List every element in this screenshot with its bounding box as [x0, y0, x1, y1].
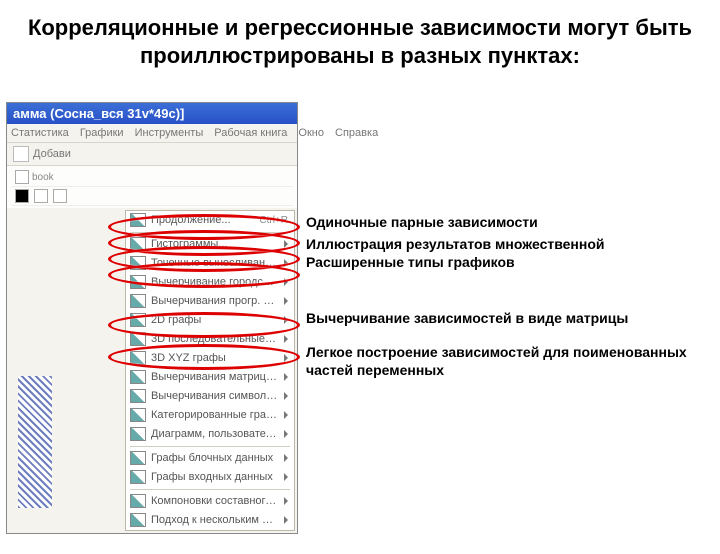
chart-icon	[130, 313, 146, 327]
sidebar-tools[interactable]	[11, 187, 293, 206]
menu-item-label: Подход к нескольким рамм...	[151, 514, 278, 526]
sidebar-label: book	[32, 172, 54, 183]
menu-graph[interactable]: Графики	[80, 127, 124, 139]
chart-icon	[130, 470, 146, 484]
chart-icon	[130, 513, 146, 527]
sidebar-item[interactable]: book	[11, 168, 293, 187]
select-icon	[34, 189, 48, 203]
chart-icon	[130, 370, 146, 384]
sidebar: book	[7, 166, 297, 208]
chart-icon	[130, 213, 146, 227]
menu-item-accelerator: Ctrl+R	[259, 215, 288, 226]
chart-icon	[130, 237, 146, 251]
submenu-arrow-icon	[284, 278, 288, 286]
menu-item[interactable]: Вычерчивания символов...	[126, 387, 294, 406]
menu-item[interactable]: Графы входных данных	[126, 468, 294, 487]
chart-icon	[130, 332, 146, 346]
menu-separator	[130, 489, 290, 490]
tool-icon	[53, 189, 67, 203]
menu-item-label: Вычерчивания матрицы...	[151, 371, 278, 383]
toolbar-add-label[interactable]: Добави	[33, 148, 71, 160]
menu-item-label: 3D XYZ графы	[151, 352, 278, 364]
submenu-arrow-icon	[284, 430, 288, 438]
submenu-arrow-icon	[284, 240, 288, 248]
menu-item-label: Вычерчивания символов...	[151, 390, 278, 402]
submenu-arrow-icon	[284, 497, 288, 505]
menu-item-label: 2D графы	[151, 314, 278, 326]
menu-item-label: Графы блочных данных	[151, 452, 278, 464]
submenu-arrow-icon	[284, 335, 288, 343]
menu-item[interactable]: 3D последовательные графы	[126, 330, 294, 349]
chart-icon	[130, 275, 146, 289]
menu-item-label: Диаграмм, пользователем тра...	[151, 428, 278, 440]
menu-item[interactable]: Гистограммы...	[126, 235, 294, 254]
menu-item-label: Вычерчивание городской с и...	[151, 276, 278, 288]
menu-item-label: Графы входных данных	[151, 471, 278, 483]
submenu-arrow-icon	[284, 454, 288, 462]
menu-item-label: Продолжение...	[151, 214, 251, 226]
menu-tools[interactable]: Инструменты	[135, 127, 204, 139]
submenu-arrow-icon	[284, 373, 288, 381]
menu-item[interactable]: Точечные выносливания...	[126, 254, 294, 273]
annotation-4: Вычерчивание зависимостей в виде матрицы	[306, 310, 716, 328]
menu-item[interactable]: Вычерчивание городской с и...	[126, 273, 294, 292]
submenu-arrow-icon	[284, 316, 288, 324]
submenu-arrow-icon	[284, 516, 288, 524]
menubar[interactable]: Статистика Графики Инструменты Рабочая к…	[7, 124, 297, 143]
chart-icon	[130, 494, 146, 508]
menu-item[interactable]: 3D XYZ графы	[126, 349, 294, 368]
annotation-5: Легкое построение зависимостей для поиме…	[306, 344, 716, 379]
submenu-arrow-icon	[284, 354, 288, 362]
submenu-arrow-icon	[284, 259, 288, 267]
menu-item[interactable]: Графы блочных данных	[126, 449, 294, 468]
slide-title: Корреляционные и регрессионные зависимос…	[20, 14, 700, 69]
menu-item[interactable]: 2D графы	[126, 311, 294, 330]
submenu-arrow-icon	[284, 473, 288, 481]
menu-item[interactable]: Компоновки составного графа	[126, 492, 294, 511]
chart-icon	[130, 256, 146, 270]
data-column-preview	[18, 376, 52, 508]
menu-item[interactable]: Категорированные графы	[126, 406, 294, 425]
menu-item-label: Компоновки составного графа	[151, 495, 278, 507]
arrow-icon	[15, 189, 29, 203]
chart-icon	[130, 351, 146, 365]
annotation-2: Иллюстрация результатов множественной	[306, 236, 605, 254]
window-titlebar: амма (Сосна_вся 31v*49c)]	[7, 103, 297, 124]
submenu-arrow-icon	[284, 411, 288, 419]
menu-separator	[130, 232, 290, 233]
menu-item[interactable]: Продолжение... Ctrl+R	[126, 211, 294, 230]
annotation-1: Одиночные парные зависимости	[306, 214, 538, 232]
annotation-3: Расширенные типы графиков	[306, 254, 515, 272]
chart-icon	[130, 408, 146, 422]
menu-item-label: Вычерчивания прогр. ости...	[151, 295, 278, 307]
toolbar-icon[interactable]	[13, 146, 29, 162]
menu-item[interactable]: Вычерчивания прогр. ости...	[126, 292, 294, 311]
chart-icon	[130, 427, 146, 441]
submenu-arrow-icon	[284, 297, 288, 305]
book-icon	[15, 170, 29, 184]
submenu-arrow-icon	[284, 392, 288, 400]
chart-icon	[130, 389, 146, 403]
menu-separator	[130, 446, 290, 447]
menu-stat[interactable]: Статистика	[11, 127, 69, 139]
menu-help[interactable]: Справка	[335, 127, 378, 139]
chart-icon	[130, 294, 146, 308]
menu-book[interactable]: Рабочая книга	[214, 127, 287, 139]
menu-item-label: Точечные выносливания...	[151, 257, 278, 269]
menu-win[interactable]: Окно	[298, 127, 324, 139]
chart-icon	[130, 451, 146, 465]
menu-item[interactable]: Вычерчивания матрицы...	[126, 368, 294, 387]
toolbar: Добави	[7, 143, 297, 166]
menu-item-label: Гистограммы...	[151, 238, 278, 250]
graphs-dropdown: Продолжение... Ctrl+R Гистограммы... Точечн…	[125, 210, 295, 531]
menu-item-label: Категорированные графы	[151, 409, 278, 421]
menu-item[interactable]: Подход к нескольким рамм...	[126, 511, 294, 530]
menu-item[interactable]: Диаграмм, пользователем тра...	[126, 425, 294, 444]
menu-item-label: 3D последовательные графы	[151, 333, 278, 345]
